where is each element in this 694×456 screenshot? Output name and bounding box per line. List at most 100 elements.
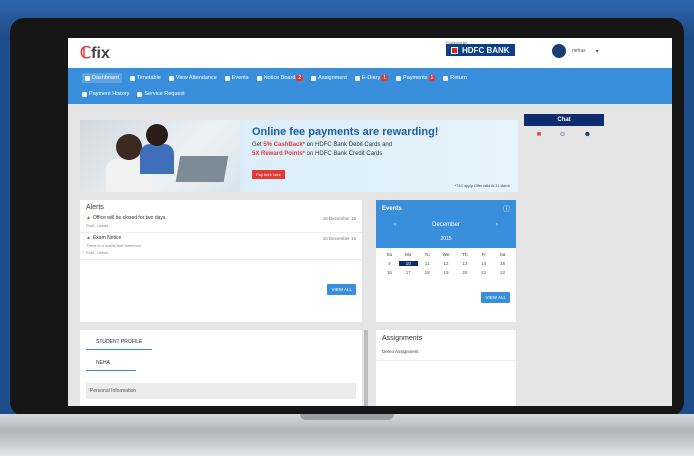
nav-label: Notice Board (263, 75, 296, 81)
nav-item-ediary[interactable]: E-Diary 1 (354, 75, 389, 81)
warning-icon: ▲ (86, 235, 91, 241)
nav-item-notice-board[interactable]: Notice Board 2 (256, 75, 304, 81)
laptop-notch (300, 414, 394, 420)
day-header: Fr (481, 252, 486, 257)
calendar-day[interactable]: 11 (418, 261, 437, 266)
banner-text: Get (252, 142, 264, 148)
nav-item-return[interactable]: Return (443, 75, 467, 81)
user-menu[interactable]: nehas ▾ (552, 44, 599, 58)
user-name: nehas (572, 48, 586, 54)
bank-powered-text: Powered by (446, 40, 468, 45)
nav-item-payments[interactable]: Payments 1 (396, 75, 436, 81)
calendar-day[interactable]: 19 (437, 270, 456, 275)
banner-person-head (116, 134, 142, 160)
assignment-item[interactable]: Demo Assignment (376, 347, 516, 361)
pay-fees-button[interactable]: Pay fees here (252, 170, 285, 179)
nav-label: Service Request (144, 91, 185, 97)
nav-label: Dashboard (92, 75, 119, 81)
avatar[interactable] (552, 44, 566, 58)
calendar-day[interactable]: 14 (474, 261, 493, 266)
events-header: Events ⓘ ‹ December › 2015 (376, 200, 516, 248)
events-icon (224, 75, 230, 81)
alert-item[interactable]: ▲ Exam Notice 15 December 15 There is a m… (80, 233, 362, 260)
banner-terms: *T&C apply. Offer valid till 31 March (454, 184, 510, 188)
ediary-badge: 1 (381, 75, 389, 81)
chevron-down-icon[interactable]: ▾ (596, 48, 599, 55)
alert-item[interactable]: ▲ Office will be closed for two days. 15 … (80, 213, 362, 233)
alerts-view-all-button[interactable]: VIEW ALL (327, 284, 356, 295)
rupee-icon (396, 75, 402, 81)
month-label: December (432, 222, 460, 228)
nav-item-timetable[interactable]: Timetable (129, 75, 161, 81)
message-icon[interactable]: ■ (537, 131, 541, 138)
calendar-grid: Su Mo Tu We Th Fr Sa 9 10 11 12 13 14 15… (376, 248, 516, 279)
calendar-day[interactable]: 17 (399, 270, 418, 275)
nav-item-view-attendance[interactable]: View Attendance (168, 75, 217, 81)
clock-icon (168, 75, 174, 81)
laptop-base (0, 414, 694, 456)
banner-photo (80, 120, 240, 192)
add-user-icon[interactable]: ☻ (584, 131, 591, 138)
calendar-day[interactable]: 18 (418, 270, 437, 275)
scrollbar[interactable] (364, 330, 368, 406)
day-header: Th (462, 252, 468, 257)
nav-row-1: Dashboard Timetable View Attendance Even… (82, 70, 658, 86)
promo-banner[interactable]: Online fee payments are rewarding! Get 5… (80, 120, 518, 192)
alert-title-text: Office will be closed for two days. (92, 215, 167, 221)
logo[interactable]: ℂfix (80, 43, 110, 63)
calendar-day-today[interactable]: 10 (398, 261, 418, 266)
history-icon (82, 91, 87, 97)
nav-label: Payment History (89, 91, 130, 97)
bank-badge: HDFC BANK (446, 44, 515, 56)
year-label: 2015 (440, 236, 452, 242)
calendar-day[interactable]: 12 (437, 261, 456, 266)
banner-title: Online fee payments are rewarding! (252, 126, 439, 138)
tab-student-profile[interactable]: STUDENT PROFILE (86, 331, 153, 350)
calendar-day[interactable]: 22 (493, 270, 512, 275)
banner-laptop (175, 156, 229, 182)
student-profile-card: STUDENT PROFILE NEHA Personal Informatio… (80, 330, 362, 406)
day-header: We (442, 252, 450, 257)
nav-item-payment-history[interactable]: Payment History (82, 91, 129, 97)
notice-badge: 2 (296, 75, 304, 81)
day-header: Mo (405, 252, 412, 257)
day-header: Tu (424, 252, 430, 257)
nav-item-dashboard[interactable]: Dashboard (82, 73, 122, 83)
info-icon[interactable]: ⓘ (503, 204, 510, 214)
banner-line-2: Get 5% CashBack* on HDFC Bank Debit Card… (252, 142, 392, 148)
assignments-card: Assignments Demo Assignment (376, 330, 516, 406)
warning-icon: ▲ (86, 215, 91, 221)
chat-title[interactable]: Chat (524, 114, 604, 126)
calendar-day[interactable]: 21 (474, 270, 493, 275)
calendar-day[interactable]: 9 (380, 261, 399, 266)
request-icon (137, 91, 143, 97)
events-card: Events ⓘ ‹ December › 2015 Su Mo Tu We T… (376, 200, 516, 322)
nav-label: Payments (403, 75, 428, 81)
top-header: ℂfix Powered by HDFC BANK nehas ▾ (68, 38, 672, 68)
banner-highlight: 5X Reward Points* (252, 151, 306, 157)
student-name: NEHA (86, 350, 136, 371)
day-header: Sa (499, 252, 506, 257)
logo-text: fix (91, 45, 110, 62)
return-icon (443, 75, 449, 81)
alert-date: 15 December 15 (322, 216, 356, 221)
events-view-all-button[interactable]: VIEW ALL (481, 292, 510, 303)
banner-child-body (140, 144, 174, 174)
group-icon[interactable]: ☺ (559, 131, 566, 138)
nav-label: E-Diary (361, 75, 381, 81)
alert-date: 15 December 15 (322, 236, 356, 241)
calendar-icon (129, 75, 135, 81)
chevron-right-icon[interactable]: › (496, 222, 498, 228)
calendar-day[interactable]: 13 (455, 261, 474, 266)
book-icon (354, 75, 360, 81)
nav-item-assignment[interactable]: Assignment (311, 75, 347, 81)
personal-info-section[interactable]: Personal Information (86, 383, 356, 399)
calendar-day[interactable]: 15 (493, 261, 512, 266)
banner-text: on HDFC Bank Credit Cards (305, 151, 383, 157)
chevron-left-icon[interactable]: ‹ (394, 222, 396, 228)
nav-item-events[interactable]: Events (224, 75, 249, 81)
alert-author: Post : nehas (86, 223, 109, 228)
calendar-day[interactable]: 16 (380, 270, 399, 275)
nav-item-service-request[interactable]: Service Request (137, 91, 185, 97)
calendar-day[interactable]: 20 (455, 270, 474, 275)
